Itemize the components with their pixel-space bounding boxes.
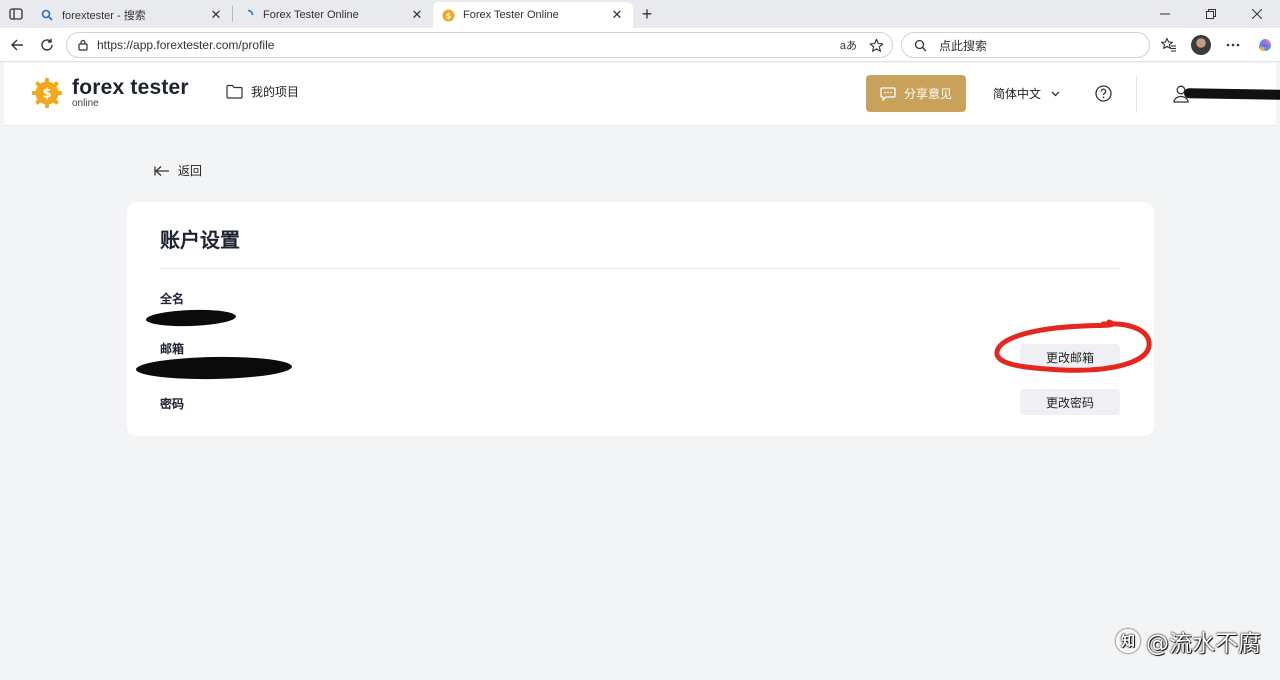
url-bar[interactable]: https://app.forextester.com/profile aあ xyxy=(66,32,893,58)
language-label: 简体中文 xyxy=(993,87,1042,101)
account-settings-card: 账户设置 全名 邮箱 更改邮箱 密码 更改密码 xyxy=(127,202,1154,436)
tab-forex-tester-loading[interactable]: Forex Tester Online ✕ xyxy=(233,2,433,28)
full-name-redaction xyxy=(145,308,237,328)
watermark-text: @流水不腐 xyxy=(1146,631,1261,657)
minimize-icon[interactable] xyxy=(1142,0,1188,28)
new-tab-button[interactable]: + xyxy=(633,0,661,28)
profile-avatar-icon[interactable] xyxy=(1190,34,1212,56)
help-icon[interactable] xyxy=(1095,85,1112,102)
forex-tester-logo[interactable]: $ forex tester online xyxy=(30,76,189,110)
card-divider xyxy=(160,268,1120,269)
close-tab-icon[interactable]: ✕ xyxy=(409,7,425,23)
header-divider xyxy=(1136,75,1137,113)
close-tab-icon[interactable]: ✕ xyxy=(609,7,625,23)
window-controls xyxy=(1142,0,1280,28)
forextester-favicon-icon: $ xyxy=(441,8,455,22)
restore-icon[interactable] xyxy=(1188,0,1234,28)
tab-forex-tester-active[interactable]: $ Forex Tester Online ✕ xyxy=(433,2,633,28)
browser-address-bar: https://app.forextester.com/profile aあ 点… xyxy=(0,28,1280,62)
back-link[interactable]: 返回 xyxy=(154,162,202,179)
tab-title: forextester - 搜索 xyxy=(62,10,146,22)
read-aloud-icon[interactable]: aあ xyxy=(840,37,857,53)
search-favicon-icon xyxy=(40,8,54,22)
favorite-star-icon[interactable] xyxy=(869,38,884,53)
my-projects-link[interactable]: 我的项目 xyxy=(226,83,299,100)
share-feedback-button[interactable]: 分享意见 xyxy=(866,75,966,112)
language-select[interactable]: 简体中文 xyxy=(993,85,1060,102)
full-name-label: 全名 xyxy=(160,292,185,306)
feedback-label: 分享意见 xyxy=(903,87,952,101)
chat-bubble-icon xyxy=(880,86,896,101)
svg-text:$: $ xyxy=(445,11,451,20)
site-info-icon[interactable] xyxy=(75,37,91,53)
more-options-icon[interactable] xyxy=(1222,34,1244,56)
username-redaction xyxy=(1183,88,1280,100)
email-redaction xyxy=(135,355,293,381)
svg-text:$: $ xyxy=(42,87,51,102)
back-label: 返回 xyxy=(178,164,203,178)
search-placeholder: 点此搜索 xyxy=(939,38,988,53)
back-arrow-icon[interactable] xyxy=(2,30,32,60)
browser-tab-bar: forextester - 搜索 ✕ Forex Tester Online ✕… xyxy=(0,0,1280,28)
app-header: $ forex tester online 我的项目 分享意见 简体中文 xyxy=(4,63,1280,126)
browser-toolbar xyxy=(1158,32,1276,58)
logo-subtitle: online xyxy=(72,98,99,109)
close-window-icon[interactable] xyxy=(1234,0,1280,28)
loading-spinner-icon xyxy=(241,8,255,22)
close-tab-icon[interactable]: ✕ xyxy=(208,7,224,23)
watermark: 知 @流水不腐 xyxy=(1116,624,1261,658)
refresh-icon[interactable] xyxy=(32,30,62,60)
folder-icon xyxy=(226,84,243,99)
tab-title: Forex Tester Online xyxy=(263,9,359,21)
copilot-icon[interactable] xyxy=(1254,34,1276,56)
my-projects-label: 我的项目 xyxy=(251,85,300,99)
favorites-icon[interactable] xyxy=(1158,34,1180,56)
arrow-left-icon xyxy=(154,165,170,177)
email-label: 邮箱 xyxy=(160,342,185,356)
password-label: 密码 xyxy=(160,397,185,411)
logo-gear-icon: $ xyxy=(32,78,62,108)
page-title: 账户设置 xyxy=(160,230,240,252)
tab-title: Forex Tester Online xyxy=(463,9,559,21)
chevron-down-icon xyxy=(1051,91,1060,97)
url-text: https://app.forextester.com/profile xyxy=(97,38,275,52)
search-icon xyxy=(914,39,927,52)
tab-actions-icon xyxy=(9,8,23,20)
zhihu-logo-icon: 知 xyxy=(1116,629,1140,653)
tab-actions-button[interactable] xyxy=(0,0,32,28)
logo-title: forex tester xyxy=(72,76,189,99)
change-password-button[interactable]: 更改密码 xyxy=(1020,389,1120,415)
browser-search-box[interactable]: 点此搜索 xyxy=(901,32,1150,58)
change-email-button[interactable]: 更改邮箱 xyxy=(1020,344,1120,370)
tab-search[interactable]: forextester - 搜索 ✕ xyxy=(32,2,232,28)
